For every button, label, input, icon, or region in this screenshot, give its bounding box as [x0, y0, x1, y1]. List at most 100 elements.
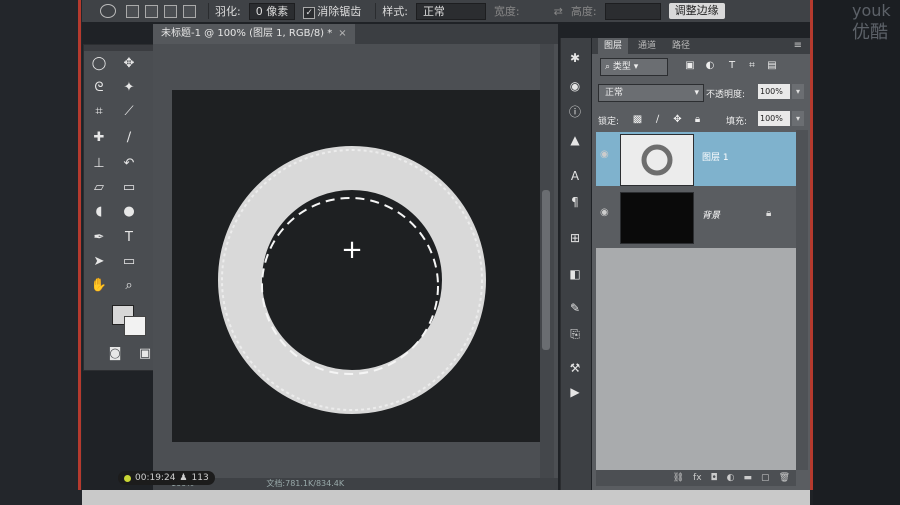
path-selection-tool-icon[interactable]: ➤ [88, 252, 110, 272]
monitor-bezel-left [0, 0, 82, 505]
spot-healing-tool-icon[interactable]: ✚ [88, 128, 110, 148]
lock-image-icon[interactable]: ∕ [652, 114, 663, 125]
fill-dropdown-icon[interactable]: ▾ [792, 111, 804, 126]
refine-edge-button[interactable]: 调整边缘 [668, 3, 725, 19]
brush-presets-icon[interactable]: ✎ [566, 300, 584, 316]
gradient-tool-icon[interactable]: ▭ [118, 178, 140, 198]
visibility-eye-icon[interactable]: ◉ [600, 150, 612, 160]
adjustment-filter-icon[interactable]: ◐ [704, 60, 716, 72]
link-layers-icon[interactable]: ⛓ [673, 473, 684, 483]
blend-mode-select[interactable]: 正常 ▾ [598, 84, 704, 102]
document-tab[interactable]: 未标题-1 @ 100% (图层 1, RGB/8) * × [153, 24, 355, 44]
opacity-input[interactable]: 100% [758, 84, 790, 99]
background-color-swatch[interactable] [124, 316, 146, 336]
clone-stamp-tool-icon[interactable]: ⊥ [88, 154, 110, 174]
paragraph-icon[interactable]: ¶ [566, 194, 584, 210]
adjustments-icon[interactable]: ◧ [566, 266, 584, 282]
histogram-icon[interactable]: ▲ [566, 132, 584, 148]
layer-lock-icon: 🔒︎ [766, 208, 772, 219]
style-label: 样式: [382, 5, 408, 18]
layer-filter-select[interactable]: ⌕ 类型 ▾ [600, 58, 668, 76]
antialias-option[interactable]: ✓ 消除锯齿 [303, 3, 361, 19]
screen-bottom-edge [82, 490, 810, 505]
add-mask-icon[interactable]: ◘ [711, 473, 718, 483]
style-select[interactable]: 正常 [415, 2, 486, 20]
lock-transparent-icon[interactable]: ▩ [632, 114, 643, 125]
divider [208, 3, 209, 19]
clone-source-icon[interactable]: ⎘ [566, 326, 584, 342]
tab-channels[interactable]: 通道 [632, 38, 662, 54]
layer-row-layer1[interactable]: ◉ 图层 1 [596, 132, 796, 186]
recording-dot-icon [124, 474, 131, 482]
tab-paths[interactable]: 路径 [666, 38, 696, 54]
adjustment-layer-icon[interactable]: ◐ [727, 473, 735, 483]
canvas-scroll-thumb[interactable] [542, 190, 550, 350]
swap-icon[interactable]: ⇄ [554, 5, 563, 18]
layer-style-icon[interactable]: fx [693, 473, 702, 483]
ellipse-marquee-tool-icon[interactable]: ◯ [88, 54, 110, 74]
zoom-tool-icon[interactable]: ⌕ [118, 276, 140, 296]
fill-input[interactable]: 100% [758, 111, 790, 126]
layer-row-background[interactable]: ◉ 背景 🔒︎ [596, 190, 796, 244]
shape-filter-icon[interactable]: ⌗ [746, 60, 758, 72]
document-tab-bar: 未标题-1 @ 100% (图层 1, RGB/8) * × [153, 24, 558, 44]
panel-menu-icon[interactable]: ≡ [794, 38, 802, 54]
visibility-eye-icon[interactable]: ◉ [600, 208, 612, 218]
navigator-icon[interactable]: ✱ [566, 50, 584, 66]
eraser-tool-icon[interactable]: ▱ [88, 178, 110, 198]
new-layer-icon[interactable]: ▢ [761, 473, 770, 483]
height-input[interactable] [604, 2, 661, 20]
move-tool-icon[interactable]: ✥ [118, 54, 140, 74]
check-icon[interactable]: ✓ [303, 7, 316, 19]
new-group-icon[interactable]: ▬ [744, 473, 753, 483]
lasso-tool-icon[interactable]: ᘓ [88, 78, 110, 98]
type-tool-icon[interactable]: T [118, 228, 140, 248]
close-tab-icon[interactable]: × [338, 28, 346, 39]
brush-tool-icon[interactable]: ∕ [118, 128, 140, 148]
actions-icon[interactable]: ▶ [566, 384, 584, 400]
intersect-selection-icon[interactable] [183, 4, 196, 18]
info-icon[interactable]: ⓘ [566, 104, 584, 120]
swatches-icon[interactable]: ⊞ [566, 230, 584, 246]
add-selection-icon[interactable] [145, 4, 158, 18]
delete-layer-icon[interactable]: 🗑︎ [779, 473, 790, 483]
lock-label: 锁定: [598, 117, 620, 127]
feather-input[interactable]: 0 像素 [248, 2, 296, 20]
opacity-label: 不透明度: [706, 90, 746, 100]
ellipse-marquee-preset-icon[interactable] [100, 4, 116, 18]
hand-tool-icon[interactable]: ✋ [88, 276, 110, 296]
tab-layers[interactable]: 图层 [598, 38, 629, 54]
video-watermark: youk 优酷 [852, 0, 900, 44]
doc-size-readout: 文档:781.1K/834.4K [266, 479, 345, 488]
pixel-filter-icon[interactable]: ▣ [684, 60, 696, 72]
subtract-selection-icon[interactable] [164, 4, 177, 18]
dodge-tool-icon[interactable]: ● [118, 202, 140, 222]
blur-tool-icon[interactable]: ◖ [88, 202, 110, 222]
eyedropper-tool-icon[interactable]: ⟋ [118, 102, 140, 122]
type-filter-icon[interactable]: T [726, 60, 738, 72]
color-icon[interactable]: ◉ [566, 78, 584, 94]
character-icon[interactable]: A [566, 168, 584, 184]
history-brush-tool-icon[interactable]: ↶ [118, 154, 140, 174]
layers-list-empty-area [596, 248, 796, 470]
rectangle-tool-icon[interactable]: ▭ [118, 252, 140, 272]
pen-tool-icon[interactable]: ✒ [88, 228, 110, 248]
document-canvas[interactable]: + [172, 90, 540, 442]
lock-all-icon[interactable]: 🔒︎ [692, 114, 703, 125]
tools-panel-grip[interactable] [84, 45, 154, 51]
blend-mode-value: 正常 [605, 88, 624, 98]
layers-scrollbar[interactable] [796, 130, 808, 470]
tool-presets-icon[interactable]: ⚒ [566, 360, 584, 376]
smart-object-filter-icon[interactable]: ▤ [766, 60, 778, 72]
new-selection-icon[interactable] [126, 4, 139, 18]
lock-position-icon[interactable]: ✥ [672, 114, 683, 125]
opacity-dropdown-icon[interactable]: ▾ [792, 84, 804, 99]
layer-name: 图层 1 [702, 153, 729, 163]
window-edge-left [78, 0, 81, 490]
quick-mask-icon[interactable]: ◙ [104, 344, 126, 364]
magic-wand-tool-icon[interactable]: ✦ [118, 78, 140, 98]
divider [375, 3, 377, 19]
filter-kind-label: 类型 [612, 62, 631, 72]
layers-panel-footer: ⛓ fx ◘ ◐ ▬ ▢ 🗑︎ [596, 470, 796, 486]
crop-tool-icon[interactable]: ⌗ [88, 102, 110, 122]
